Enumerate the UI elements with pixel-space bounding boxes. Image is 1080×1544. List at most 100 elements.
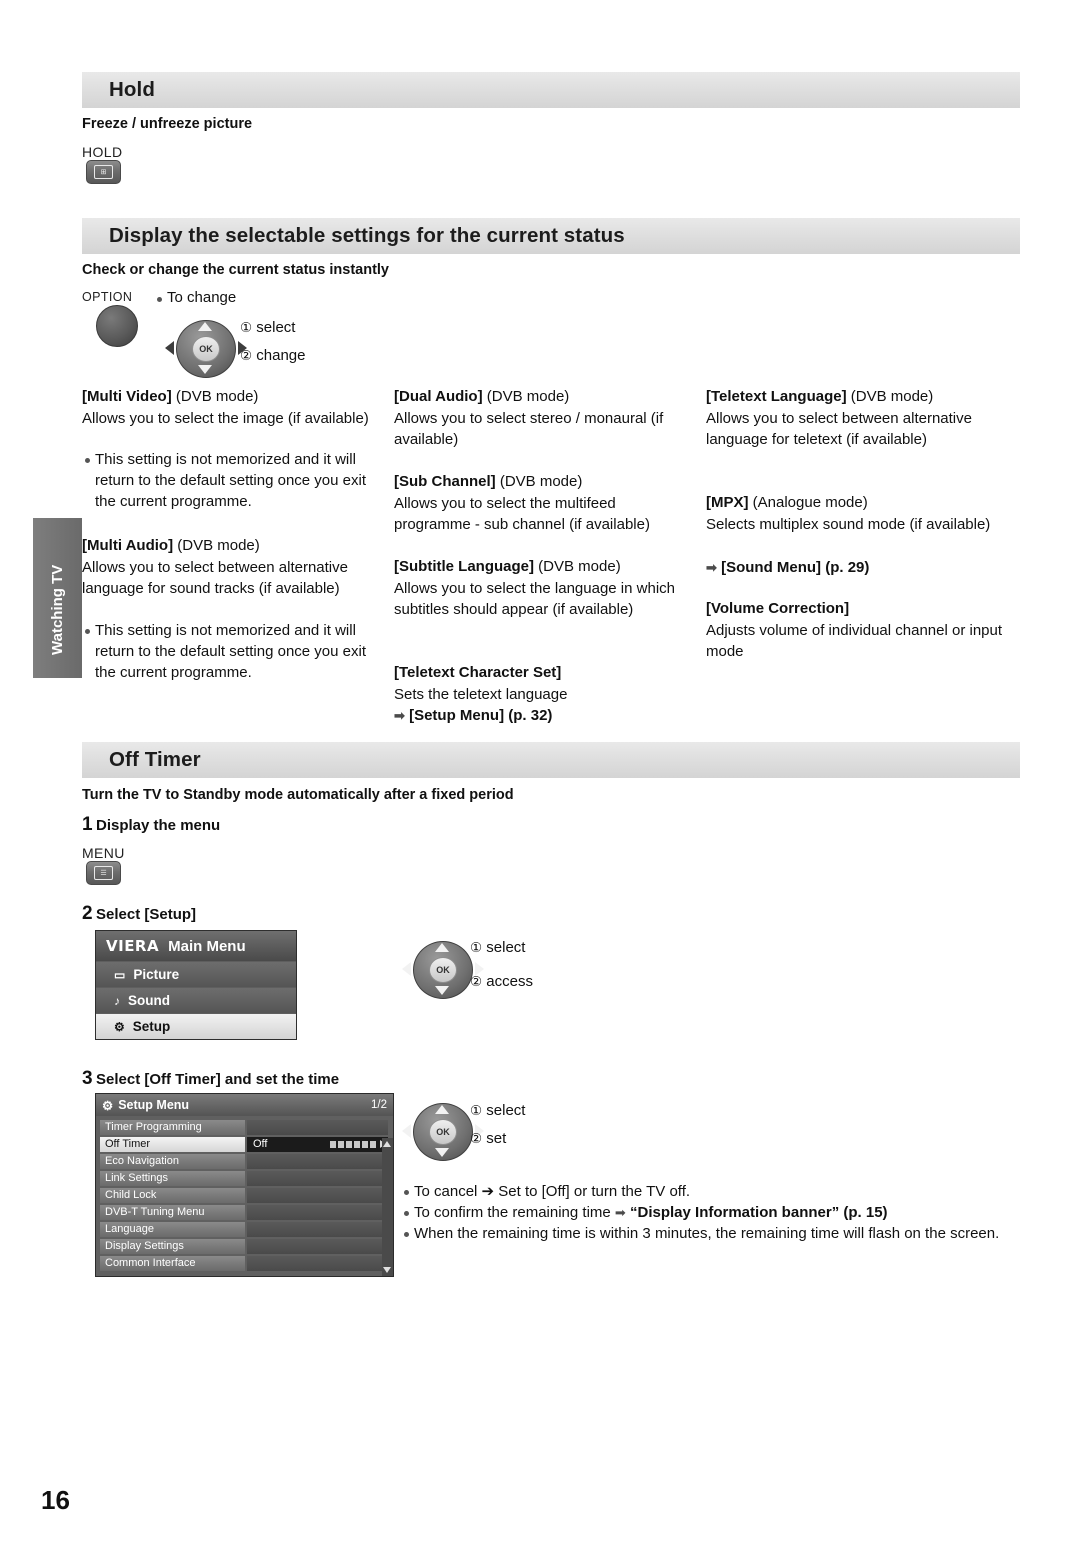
option-key-button bbox=[96, 305, 138, 347]
cursor-down-icon-2 bbox=[435, 986, 449, 995]
setting-name-teletext-character-set: [Teletext Character Set] bbox=[394, 664, 562, 681]
cursor-up-icon-3 bbox=[435, 1105, 449, 1114]
setting-body-volume-correction: Adjusts volume of individual channel or … bbox=[706, 622, 1003, 660]
setting-body-teletext-language: Allows you to select between alternative… bbox=[706, 410, 972, 448]
setting-mode-sub-channel: (DVB mode) bbox=[495, 473, 583, 490]
setting-bullet-multi-audio: This setting is not memorized and it wil… bbox=[95, 622, 367, 681]
section-header-hold: Hold bbox=[82, 72, 1020, 108]
osd-setup-row-display-settings[interactable]: Display Settings bbox=[96, 1238, 393, 1254]
osd-menu-item-setup[interactable]: ⚙ Setup bbox=[96, 1013, 296, 1039]
off-timer-note-2-bold: “Display Information banner” (p. 15) bbox=[630, 1204, 888, 1221]
osd-setup-row-language[interactable]: Language bbox=[96, 1221, 393, 1237]
viera-logo: VIERA bbox=[106, 937, 160, 955]
setting-name-mpx: [MPX] bbox=[706, 494, 749, 511]
osd-setup-row-child-lock[interactable]: Child Lock bbox=[96, 1187, 393, 1203]
note3-bullet-dot bbox=[404, 1232, 409, 1237]
step3-select-label: select bbox=[486, 1102, 526, 1119]
off-timer-step3-action-set: ② set bbox=[470, 1128, 506, 1149]
cursor-up-icon-2 bbox=[435, 943, 449, 952]
cursor-left-icon bbox=[165, 341, 174, 355]
osd-setup-menu-title-wrap: ⚙ Setup Menu bbox=[102, 1098, 189, 1113]
manual-page: Watching TV Hold Freeze / unfreeze pictu… bbox=[0, 0, 1080, 1544]
osd-setup-row-child-lock-label: Child Lock bbox=[100, 1187, 245, 1203]
osd-setup-row-off-timer-label: Off Timer bbox=[100, 1136, 245, 1152]
osd-setup-row-timer-programming[interactable]: Timer Programming bbox=[96, 1119, 393, 1135]
option-step1: ① select bbox=[240, 317, 295, 338]
osd-setup-row-eco-navigation[interactable]: Eco Navigation bbox=[96, 1153, 393, 1169]
step3-set-number: ② bbox=[470, 1131, 483, 1146]
osd-setup-row-eco-navigation-value bbox=[247, 1153, 388, 1169]
option-step2-number: ② bbox=[240, 348, 253, 363]
off-timer-step2-action-select: ① select bbox=[470, 937, 525, 958]
section-title-display-settings: Display the selectable settings for the … bbox=[109, 224, 625, 247]
setting-heading-teletext-language: [Teletext Language] (DVB mode) bbox=[706, 386, 1016, 407]
osd-setup-row-common-interface-label: Common Interface bbox=[100, 1255, 245, 1271]
arrow-right-icon-3: ➡ bbox=[614, 1205, 626, 1220]
osd-menu-item-sound[interactable]: ♪ Sound bbox=[96, 987, 296, 1013]
osd-setup-off-timer-value-text: Off bbox=[253, 1138, 268, 1151]
osd-main-menu-title: Main Menu bbox=[168, 937, 246, 955]
setting-body-mpx: Selects multiplex sound mode (if availab… bbox=[706, 516, 991, 533]
display-settings-subtitle: Check or change the current status insta… bbox=[82, 262, 389, 278]
off-timer-note-2: To confirm the remaining time ➡ “Display… bbox=[414, 1202, 1034, 1223]
step3-set-label: set bbox=[486, 1130, 507, 1147]
setting-body-multi-audio: Allows you to select between alternative… bbox=[82, 559, 348, 597]
scroll-up-icon[interactable] bbox=[383, 1141, 391, 1147]
setting-mode-dual-audio: (DVB mode) bbox=[482, 388, 570, 405]
page-number: 16 bbox=[41, 1485, 70, 1515]
setting-heading-teletext-character-set: [Teletext Character Set] bbox=[394, 662, 694, 683]
setting-name-volume-correction: [Volume Correction] bbox=[706, 600, 850, 617]
section-title-off-timer: Off Timer bbox=[109, 748, 201, 771]
osd-setup-menu-body: Timer Programming Off Timer Off Eco Navi… bbox=[96, 1116, 393, 1276]
osd-menu-item-picture[interactable]: ▭ Picture bbox=[96, 961, 296, 987]
cursor-up-icon bbox=[198, 322, 212, 331]
setting-bullet-multi-video: This setting is not memorized and it wil… bbox=[95, 451, 367, 510]
menu-key-glyph: ☰ bbox=[94, 866, 113, 880]
ok-button-icon: OK bbox=[192, 336, 220, 362]
to-change-bullet bbox=[157, 297, 162, 302]
setting-body-teletext-character-set: Sets the teletext language bbox=[394, 686, 568, 703]
to-change-text: To change bbox=[167, 289, 237, 306]
step2-select-number: ① bbox=[470, 940, 483, 955]
option-step2-label: change bbox=[256, 347, 306, 364]
step2-access-number: ② bbox=[470, 974, 483, 989]
off-timer-note-3: When the remaining time is within 3 minu… bbox=[414, 1225, 1000, 1242]
cursor-left-icon-3 bbox=[402, 1124, 411, 1138]
setting-mode-multi-video: (DVB mode) bbox=[171, 388, 259, 405]
osd-setup-row-common-interface-value bbox=[247, 1255, 388, 1271]
osd-setup-scrollbar[interactable] bbox=[382, 1138, 393, 1276]
osd-setup-row-language-label: Language bbox=[100, 1221, 245, 1237]
osd-setup-menu-page: 1/2 bbox=[371, 1099, 387, 1111]
step2-select-label: select bbox=[486, 939, 526, 956]
arrow-right-icon-2: ➡ bbox=[706, 560, 717, 575]
osd-setup-row-common-interface[interactable]: Common Interface bbox=[96, 1255, 393, 1271]
setting-link-sound-menu: ➡ [Sound Menu] (p. 29) bbox=[706, 557, 1006, 578]
setup-gear-icon: ⚙ bbox=[102, 1098, 114, 1113]
setting-link-setup-menu-label: [Setup Menu] (p. 32) bbox=[409, 707, 553, 724]
osd-setup-row-link-settings-label: Link Settings bbox=[100, 1170, 245, 1186]
setting-mode-subtitle-language: (DVB mode) bbox=[534, 558, 621, 575]
scroll-down-icon[interactable] bbox=[383, 1266, 391, 1273]
off-timer-step2-action-access: ② access bbox=[470, 971, 533, 992]
osd-setup-off-timer-bar bbox=[330, 1140, 376, 1148]
osd-setup-row-display-settings-label: Display Settings bbox=[100, 1238, 245, 1254]
osd-menu-item-picture-label: Picture bbox=[133, 967, 180, 982]
setting-body-dual-audio: Allows you to select stereo / monaural (… bbox=[394, 410, 664, 448]
osd-setup-row-link-settings[interactable]: Link Settings bbox=[96, 1170, 393, 1186]
cursor-down-icon-3 bbox=[435, 1148, 449, 1157]
section-title-hold: Hold bbox=[109, 78, 155, 101]
section-header-off-timer: Off Timer bbox=[82, 742, 1020, 778]
setting-heading-multi-video: [Multi Video] (DVB mode) bbox=[82, 386, 377, 407]
option-key-label: OPTION bbox=[82, 290, 133, 304]
osd-setup-row-timer-programming-label: Timer Programming bbox=[100, 1119, 245, 1135]
off-timer-note-1: To cancel ➔ Set to [Off] or turn the TV … bbox=[414, 1183, 691, 1200]
osd-setup-row-dvbt-tuning-menu[interactable]: DVB-T Tuning Menu bbox=[96, 1204, 393, 1220]
off-timer-step3-label: Select [Off Timer] and set the time bbox=[96, 1071, 340, 1088]
setting-heading-subtitle-language: [Subtitle Language] (DVB mode) bbox=[394, 556, 694, 577]
cursor-pad-option: OK bbox=[163, 317, 249, 379]
setting-mode-multi-audio: (DVB mode) bbox=[173, 537, 260, 554]
osd-setup-row-off-timer[interactable]: Off Timer Off bbox=[96, 1136, 393, 1152]
osd-main-menu: VIERA Main Menu ▭ Picture ♪ Sound ⚙ Setu… bbox=[95, 930, 297, 1040]
osd-setup-row-link-settings-value bbox=[247, 1170, 388, 1186]
osd-setup-row-eco-navigation-label: Eco Navigation bbox=[100, 1153, 245, 1169]
